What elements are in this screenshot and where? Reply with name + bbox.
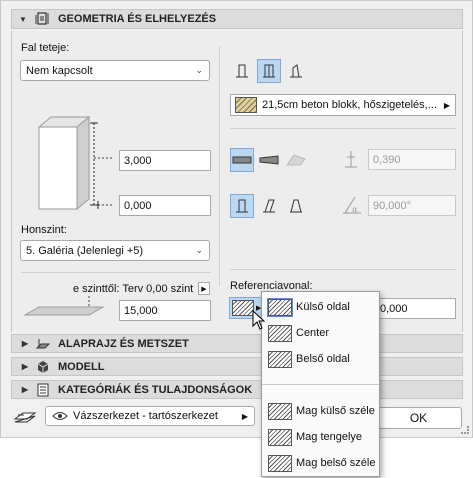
wall-type-composite-toggle[interactable]: [257, 59, 281, 83]
chevron-down-icon: ⌄: [195, 245, 203, 255]
expand-triangle-icon: ▶: [21, 385, 29, 394]
resize-grip-icon[interactable]: [461, 426, 469, 434]
model-cube-icon: [34, 360, 52, 374]
popup-separator: [262, 384, 379, 385]
wall-type-straight-toggle[interactable]: [230, 59, 254, 83]
double-slanted-wall-icon: [290, 199, 302, 213]
trapezoid-geometry-icon: [259, 155, 279, 165]
chevron-down-icon: ⌄: [195, 65, 203, 75]
reference-line-hatch-icon: [232, 300, 254, 316]
composite-wall-icon: [263, 64, 275, 78]
eye-icon: [52, 412, 68, 420]
wall-geometry-icon: [34, 12, 52, 26]
composite-fill-icon: [235, 97, 257, 113]
expand-triangle-icon: ▶: [21, 362, 29, 371]
straight-geometry-icon: [232, 156, 252, 164]
section-header-floorplan[interactable]: ▶ ALAPRAJZ ÉS METSZET: [11, 334, 463, 353]
section-header-categories[interactable]: ▶ KATEGÓRIÁK ÉS TULAJDONSÁGOK: [11, 380, 463, 399]
reference-line-offset-input[interactable]: 0,000: [375, 298, 456, 319]
collapse-triangle-icon: ▼: [19, 14, 27, 24]
popup-item-center[interactable]: Center: [262, 321, 379, 345]
popup-item-label: Center: [296, 327, 330, 339]
slant-double-toggle[interactable]: [284, 194, 308, 218]
floorplan-section-icon: [34, 337, 52, 351]
popup-item-inside-face[interactable]: Belső oldal: [262, 347, 379, 371]
layers-icon: [13, 412, 37, 423]
wall-top-select[interactable]: Nem kapcsolt ⌄: [20, 60, 210, 81]
wall-settings-dialog: ▼ GEOMETRIA ÉS ELHELYEZÉS Fal teteje: Ne…: [0, 0, 473, 438]
popup-item-label: Belső oldal: [296, 353, 350, 365]
svg-text:α: α: [352, 205, 357, 214]
profiled-wall-icon: [290, 64, 302, 78]
left-divider: [21, 272, 211, 273]
wall-top-value: Nem kapcsolt: [26, 64, 93, 77]
height-dimension-marker: [94, 157, 114, 209]
column-divider: [219, 46, 220, 286]
right-divider-2: [230, 269, 456, 270]
building-material-select[interactable]: 21,5cm beton blokk, hőszigetelés,... ▶: [230, 94, 456, 116]
geometry-trapezoid-toggle[interactable]: [257, 148, 281, 172]
home-story-value: 5. Galéria (Jelenlegi +5): [26, 244, 144, 257]
slant-single-toggle[interactable]: [257, 194, 281, 218]
reference-hatch-icon: [268, 454, 292, 472]
slanted-wall-icon: [263, 199, 275, 213]
thickness-icon: [345, 151, 357, 168]
document-list-icon: [34, 383, 52, 397]
right-divider-1: [230, 128, 456, 129]
vertical-wall-icon: [236, 199, 248, 213]
slant-angle-input[interactable]: 90,000°: [368, 195, 456, 216]
section-title-model: MODELL: [58, 360, 105, 373]
section-title-categories: KATEGÓRIÁK ÉS TULAJDONSÁGOK: [58, 383, 253, 396]
section-header-model[interactable]: ▶ MODELL: [11, 357, 463, 376]
home-story-select[interactable]: 5. Galéria (Jelenlegi +5) ⌄: [20, 240, 210, 261]
wall-type-profile-toggle[interactable]: [284, 59, 308, 83]
polygonal-geometry-icon: [286, 154, 306, 166]
story-reference-arrow-button[interactable]: ▶: [198, 282, 210, 295]
wall-top-label: Fal teteje:: [21, 42, 70, 54]
arrow-right-icon: ▶: [241, 411, 248, 421]
ok-button[interactable]: OK: [375, 407, 462, 429]
popup-item-label: Külső oldal: [296, 301, 350, 313]
popup-item-core-inside[interactable]: Mag belső széle: [262, 451, 379, 475]
wall-height-input[interactable]: 3,000: [119, 150, 211, 171]
layer-select[interactable]: Vázszerkezet - tartószerkezet ▶: [45, 406, 255, 426]
geometry-straight-toggle[interactable]: [230, 148, 254, 172]
thickness-input[interactable]: 0,390: [368, 149, 456, 170]
section-title-geometry: GEOMETRIA ÉS ELHELYEZÉS: [58, 13, 217, 25]
section-header-geometry[interactable]: ▼ GEOMETRIA ÉS ELHELYEZÉS: [11, 9, 463, 29]
reference-line-popup-menu: Külső oldal Center Belső oldal Mag külső…: [261, 291, 380, 477]
popup-item-label: Mag belső széle: [296, 457, 376, 469]
popup-item-core-center[interactable]: Mag tengelye: [262, 425, 379, 449]
slant-angle-icon: α: [343, 196, 361, 214]
layer-value: Vázszerkezet - tartószerkezet: [73, 410, 218, 422]
story-offset-input[interactable]: 15,000: [119, 300, 211, 321]
wall-base-offset-input[interactable]: 0,000: [119, 195, 211, 216]
mouse-cursor-icon: [252, 310, 266, 330]
straight-wall-icon: [236, 64, 248, 78]
section-title-floorplan: ALAPRAJZ ÉS METSZET: [58, 337, 189, 350]
geometry-polygonal-toggle[interactable]: [284, 148, 308, 172]
reference-hatch-icon: [267, 297, 293, 317]
popup-item-core-outside[interactable]: Mag külső széle: [262, 399, 379, 423]
home-story-label: Honszint:: [21, 224, 67, 236]
arrow-right-icon: ▶: [443, 100, 450, 110]
building-material-value: 21,5cm beton blokk, hőszigetelés,...: [262, 99, 437, 111]
story-offset-illustration: [23, 296, 105, 316]
slant-vertical-toggle[interactable]: [230, 194, 254, 218]
popup-item-label: Mag tengelye: [296, 431, 363, 443]
popup-item-label: Mag külső széle: [296, 405, 375, 417]
popup-item-outside-face[interactable]: Külső oldal: [262, 295, 379, 319]
reference-hatch-icon: [268, 428, 292, 446]
reference-hatch-icon: [268, 402, 292, 420]
expand-triangle-icon: ▶: [21, 339, 29, 348]
reference-hatch-icon: [268, 350, 292, 368]
reference-hatch-icon: [268, 324, 292, 342]
